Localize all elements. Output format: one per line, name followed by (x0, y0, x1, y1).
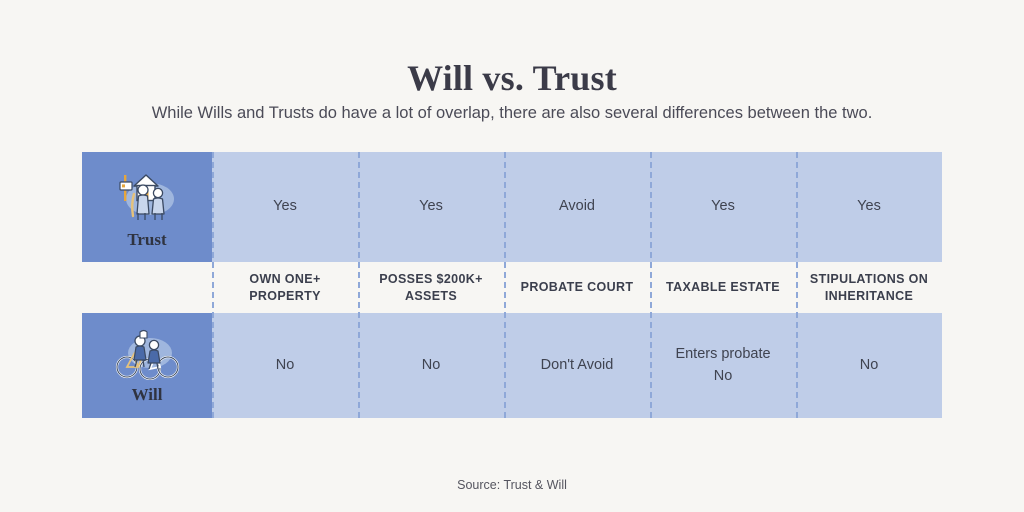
trust-value-cells: Yes Yes Avoid Yes Yes (212, 152, 942, 262)
column-header-probate-court: PROBATE COURT (520, 280, 634, 295)
table-row-will: Will No No Don't Avoid Enters probate No … (82, 313, 942, 418)
row-label-trust-text: Trust (127, 229, 167, 249)
row-label-trust: Trust (82, 152, 212, 262)
column-divider-4 (796, 152, 798, 418)
cell-trust-own-property: Yes (273, 198, 297, 215)
cell-will-probate-court: Don't Avoid (540, 356, 614, 373)
source-note: Source: Trust & Will (457, 478, 567, 492)
couple-on-bicycles-icon (110, 326, 184, 381)
column-header-taxable-estate: TAXABLE ESTATE (666, 280, 780, 295)
header-spacer (82, 262, 212, 313)
row-label-will: Will (82, 313, 212, 418)
column-divider-0 (212, 152, 214, 418)
page-title: Will vs. Trust (407, 58, 617, 99)
column-divider-2 (504, 152, 506, 418)
will-value-cells: No No Don't Avoid Enters probate No No (212, 313, 942, 418)
table-row-trust: Trust Yes Yes Avoid Yes Yes (82, 152, 942, 262)
cell-trust-assets: Yes (419, 198, 443, 215)
column-header-stipulations: STIPULATIONS ON INHERITANCE (809, 272, 929, 303)
column-header-assets: POSSES $200K+ ASSETS (379, 272, 483, 303)
cell-will-own-property: No (275, 356, 295, 373)
column-divider-3 (650, 152, 652, 418)
row-label-will-text: Will (131, 385, 163, 404)
column-headers: OWN ONE+ PROPERTY POSSES $200K+ ASSETS P… (212, 262, 942, 313)
column-divider-1 (358, 152, 360, 418)
column-header-own-property: OWN ONE+ PROPERTY (249, 272, 321, 303)
cell-will-assets: No (421, 356, 441, 373)
elderly-couple-house-icon (112, 165, 182, 223)
cell-trust-probate-court: Avoid (558, 198, 595, 215)
comparison-table: Trust Yes Yes Avoid Yes Yes OWN ONE+ PRO… (82, 152, 942, 418)
page-subtitle: While Wills and Trusts do have a lot of … (151, 103, 873, 122)
cell-will-taxable-estate: Enters probate No (675, 346, 771, 384)
cell-will-stipulations: No (859, 356, 879, 373)
column-header-strip: OWN ONE+ PROPERTY POSSES $200K+ ASSETS P… (82, 262, 942, 313)
cell-trust-taxable-estate: Yes (711, 198, 735, 215)
cell-trust-stipulations: Yes (857, 198, 881, 215)
